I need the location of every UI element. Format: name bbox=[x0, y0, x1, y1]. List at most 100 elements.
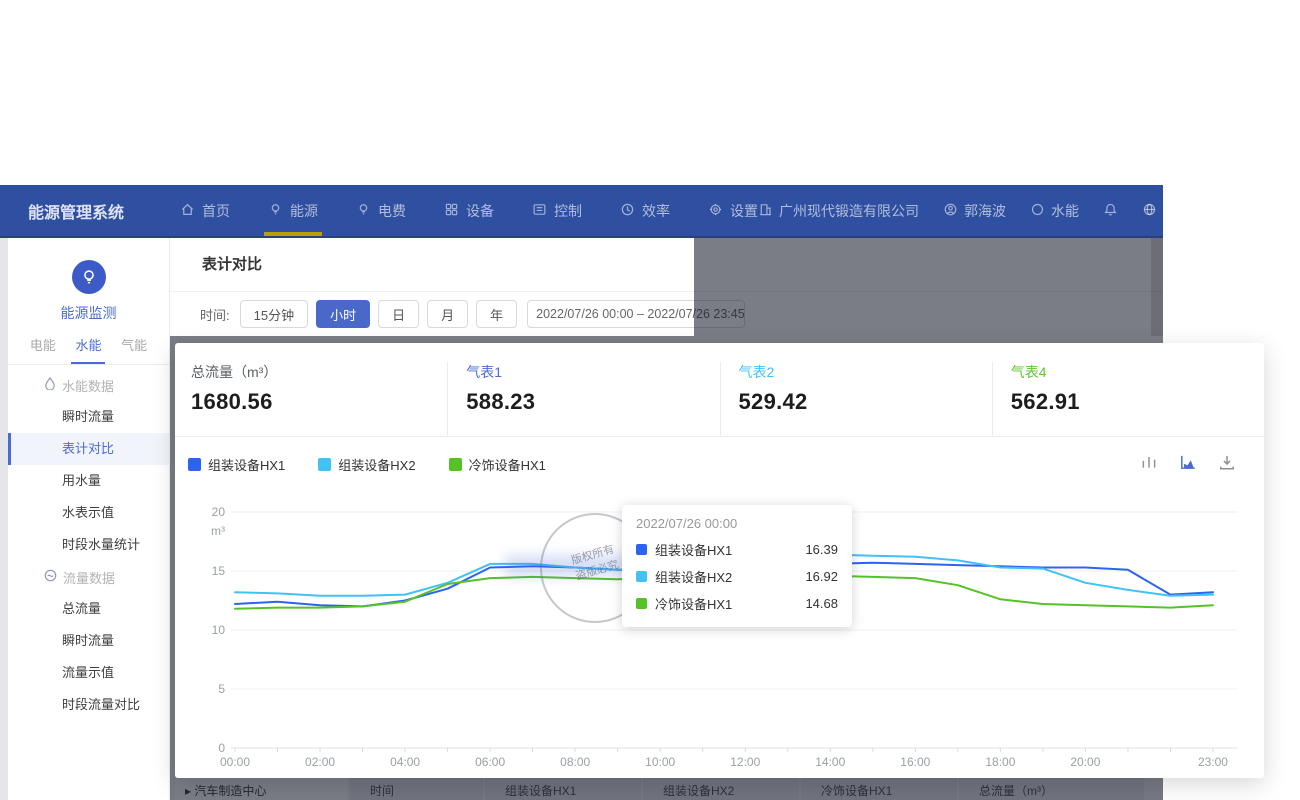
left-gutter bbox=[0, 238, 8, 800]
stat-value: 529.42 bbox=[739, 389, 992, 415]
stat-label: 气表4 bbox=[1011, 362, 1264, 382]
bar-chart-icon[interactable] bbox=[1140, 453, 1158, 471]
legend-item-hx1[interactable]: 组装设备HX1 bbox=[188, 455, 285, 474]
tooltip-row: 组装设备HX2 16.92 bbox=[636, 563, 838, 590]
user-name: 郭海波 bbox=[964, 201, 1006, 221]
sidebar-item-meter-reading[interactable]: 水表示值 bbox=[8, 497, 169, 529]
chart-tooltip: 2022/07/26 00:00 组装设备HX1 16.39 组装设备HX2 1… bbox=[622, 505, 852, 627]
legend-swatch bbox=[449, 458, 462, 471]
nav-item-control[interactable]: 控制 bbox=[532, 185, 582, 236]
tooltip-timestamp: 2022/07/26 00:00 bbox=[636, 516, 838, 531]
legend-item-hx2[interactable]: 组装设备HX2 bbox=[318, 455, 415, 474]
sidebar-item-flow-reading[interactable]: 流量示值 bbox=[8, 657, 169, 689]
nav-item-efficiency[interactable]: 效率 bbox=[620, 185, 670, 236]
bulb-icon bbox=[268, 202, 283, 220]
legend-label: 组装设备HX1 bbox=[208, 455, 285, 474]
tab-electric[interactable]: 电能 bbox=[28, 335, 58, 364]
nav-right-group: 广州现代锻造有限公司 郭海波 水能 bbox=[758, 201, 1183, 221]
stat-value: 562.91 bbox=[1011, 389, 1264, 415]
clock-icon bbox=[620, 202, 635, 220]
stat-label: 总流量（m³） bbox=[191, 362, 447, 382]
top-nav: 能源管理系统 首页 能源 电费 设备 bbox=[0, 185, 1163, 238]
user-menu[interactable]: 郭海波 bbox=[943, 201, 1006, 221]
sidebar-item-total-flow[interactable]: 总流量 bbox=[8, 593, 169, 625]
svg-text:18:00: 18:00 bbox=[985, 755, 1015, 769]
stats-row: 总流量（m³） 1680.56 气表1 588.23 气表2 529.42 气表… bbox=[175, 343, 1264, 437]
area-chart-icon[interactable] bbox=[1179, 453, 1197, 471]
notifications-button[interactable] bbox=[1103, 202, 1118, 220]
tab-water[interactable]: 水能 bbox=[73, 335, 103, 364]
energy-mode-label: 水能 bbox=[1051, 201, 1079, 221]
tooltip-swatch bbox=[636, 571, 647, 582]
scrollbar[interactable] bbox=[1151, 238, 1163, 336]
svg-text:20:00: 20:00 bbox=[1070, 755, 1100, 769]
svg-text:06:00: 06:00 bbox=[475, 755, 505, 769]
svg-text:16:00: 16:00 bbox=[900, 755, 930, 769]
tooltip-series-name: 冷饰设备HX1 bbox=[655, 594, 732, 613]
menu-group-label: 水能数据 bbox=[62, 376, 114, 395]
granularity-month-button[interactable]: 月 bbox=[427, 300, 468, 328]
legend-label: 冷饰设备HX1 bbox=[469, 455, 546, 474]
company-switcher[interactable]: 广州现代锻造有限公司 bbox=[758, 201, 919, 221]
energy-tabs: 电能 水能 气能 bbox=[8, 335, 169, 365]
app-title: 能源管理系统 bbox=[28, 199, 124, 223]
sidebar-menu: 水能数据 瞬时流量 表计对比 用水量 水表示值 时段水量统计 流量数据 总流量 … bbox=[8, 369, 169, 721]
nav-item-home[interactable]: 首页 bbox=[180, 185, 230, 236]
screenshot-stage: 能源管理系统 首页 能源 电费 设备 bbox=[0, 0, 1300, 800]
user-icon bbox=[943, 202, 958, 220]
building-icon bbox=[758, 202, 773, 220]
nav-item-settings[interactable]: 设置 bbox=[708, 185, 758, 236]
svg-text:08:00: 08:00 bbox=[560, 755, 590, 769]
sidebar-item-water-usage[interactable]: 用水量 bbox=[8, 465, 169, 497]
control-panel-icon bbox=[532, 202, 547, 220]
nav-menu: 首页 能源 电费 设备 控制 bbox=[180, 185, 758, 236]
nav-item-devices[interactable]: 设备 bbox=[444, 185, 494, 236]
tooltip-row: 组装设备HX1 16.39 bbox=[636, 536, 838, 563]
stat-value: 1680.56 bbox=[191, 389, 447, 415]
tooltip-series-name: 组装设备HX2 bbox=[655, 567, 732, 586]
legend-item-cold-hx1[interactable]: 冷饰设备HX1 bbox=[449, 455, 546, 474]
legend-swatch bbox=[318, 458, 331, 471]
sidebar-item-instant-flow[interactable]: 瞬时流量 bbox=[8, 401, 169, 433]
nav-item-label: 设备 bbox=[466, 201, 494, 221]
module-bulb-icon bbox=[72, 260, 106, 294]
svg-text:23:00: 23:00 bbox=[1198, 755, 1228, 769]
svg-text:5: 5 bbox=[218, 682, 225, 696]
stat-gas-meter-4: 气表4 562.91 bbox=[992, 362, 1264, 436]
droplet-icon bbox=[44, 377, 56, 393]
svg-text:10:00: 10:00 bbox=[645, 755, 675, 769]
granularity-15min-button[interactable]: 15分钟 bbox=[240, 300, 308, 328]
time-filter-label: 时间: bbox=[200, 305, 230, 324]
menu-group-label: 流量数据 bbox=[63, 568, 115, 587]
nav-item-electricity-fee[interactable]: 电费 bbox=[356, 185, 406, 236]
stat-label: 气表1 bbox=[466, 362, 719, 382]
tooltip-series-value: 14.68 bbox=[805, 596, 838, 611]
bulb-icon bbox=[356, 202, 371, 220]
sidebar-item-instant-flow-2[interactable]: 瞬时流量 bbox=[8, 625, 169, 657]
globe-icon bbox=[1142, 202, 1157, 220]
home-icon bbox=[180, 202, 195, 220]
stat-gas-meter-1: 气表1 588.23 bbox=[447, 362, 719, 436]
nav-item-label: 设置 bbox=[730, 201, 758, 221]
tooltip-series-name: 组装设备HX1 bbox=[655, 540, 732, 559]
menu-group-water-data: 水能数据 bbox=[8, 369, 169, 401]
nav-item-energy[interactable]: 能源 bbox=[268, 185, 318, 236]
bell-icon bbox=[1103, 202, 1118, 220]
tooltip-swatch bbox=[636, 544, 647, 555]
svg-text:00:00: 00:00 bbox=[220, 755, 250, 769]
download-icon[interactable] bbox=[1218, 453, 1236, 471]
sidebar-item-meter-compare[interactable]: 表计对比 bbox=[8, 433, 169, 465]
granularity-hour-button[interactable]: 小时 bbox=[316, 300, 370, 328]
tab-gas[interactable]: 气能 bbox=[119, 335, 149, 364]
menu-group-flow-data: 流量数据 bbox=[8, 561, 169, 593]
svg-text:15: 15 bbox=[212, 564, 226, 578]
granularity-day-button[interactable]: 日 bbox=[378, 300, 419, 328]
module-title: 能源监测 bbox=[8, 303, 169, 323]
nav-item-label: 效率 bbox=[642, 201, 670, 221]
granularity-year-button[interactable]: 年 bbox=[476, 300, 517, 328]
sidebar-item-period-water-stats[interactable]: 时段水量统计 bbox=[8, 529, 169, 561]
language-button[interactable] bbox=[1142, 202, 1157, 220]
sidebar-item-period-flow-compare[interactable]: 时段流量对比 bbox=[8, 689, 169, 721]
svg-text:20: 20 bbox=[212, 505, 226, 519]
energy-mode-switcher[interactable]: 水能 bbox=[1030, 201, 1079, 221]
